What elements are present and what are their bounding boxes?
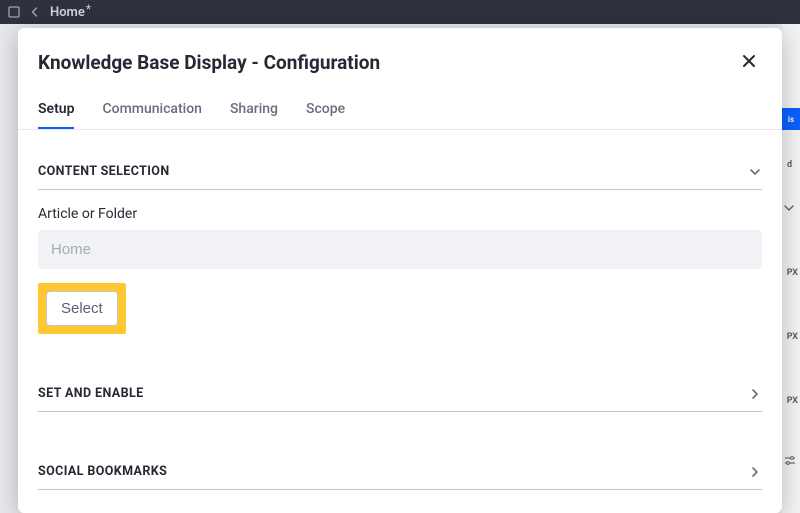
back-icon[interactable]: [30, 7, 40, 17]
chevron-down-icon: [784, 204, 794, 215]
close-icon: [740, 52, 758, 73]
configuration-modal: Knowledge Base Display - Configuration S…: [18, 28, 782, 513]
sliders-icon: [784, 456, 796, 469]
right-strip-d: d: [787, 160, 792, 170]
chevron-down-icon: [748, 165, 762, 179]
section-set-and-enable[interactable]: SET AND ENABLE: [38, 368, 762, 412]
tab-scope[interactable]: Scope: [306, 93, 345, 129]
tab-sharing[interactable]: Sharing: [230, 93, 278, 129]
right-strip-px-1: PX: [782, 268, 800, 278]
chevron-right-icon: [748, 387, 762, 401]
right-strip-px-3: PX: [782, 396, 800, 406]
spacer: [38, 334, 762, 368]
right-strip: is d PX PX PX: [782, 24, 800, 513]
modal-tabs: Setup Communication Sharing Scope: [18, 93, 782, 130]
section-title-social-bookmarks: SOCIAL BOOKMARKS: [38, 464, 167, 479]
breadcrumb-home[interactable]: Home: [50, 5, 85, 20]
modal-header: Knowledge Base Display - Configuration: [18, 28, 782, 93]
modal-title: Knowledge Base Display - Configuration: [38, 51, 380, 74]
article-or-folder-input[interactable]: [38, 230, 762, 269]
field-article-or-folder: Article or Folder Select: [38, 190, 762, 334]
tab-setup[interactable]: Setup: [38, 93, 74, 129]
window-icon: [8, 6, 20, 18]
right-strip-blue: is: [782, 108, 800, 130]
app-header: Home *: [0, 0, 800, 24]
close-button[interactable]: [736, 48, 762, 77]
chevron-right-icon: [748, 465, 762, 479]
section-title-content-selection: CONTENT SELECTION: [38, 164, 170, 179]
modal-body: CONTENT SELECTION Article or Folder Sele…: [18, 130, 782, 513]
section-content-selection[interactable]: CONTENT SELECTION: [38, 146, 762, 190]
select-button-highlight: Select: [38, 283, 126, 334]
dirty-indicator: *: [86, 2, 91, 16]
spacer: [38, 412, 762, 446]
section-title-set-and-enable: SET AND ENABLE: [38, 386, 144, 401]
field-label-article-or-folder: Article or Folder: [38, 206, 762, 222]
tab-communication[interactable]: Communication: [102, 93, 201, 129]
right-strip-px-2: PX: [782, 332, 800, 342]
section-social-bookmarks[interactable]: SOCIAL BOOKMARKS: [38, 446, 762, 490]
select-button[interactable]: Select: [46, 291, 118, 326]
